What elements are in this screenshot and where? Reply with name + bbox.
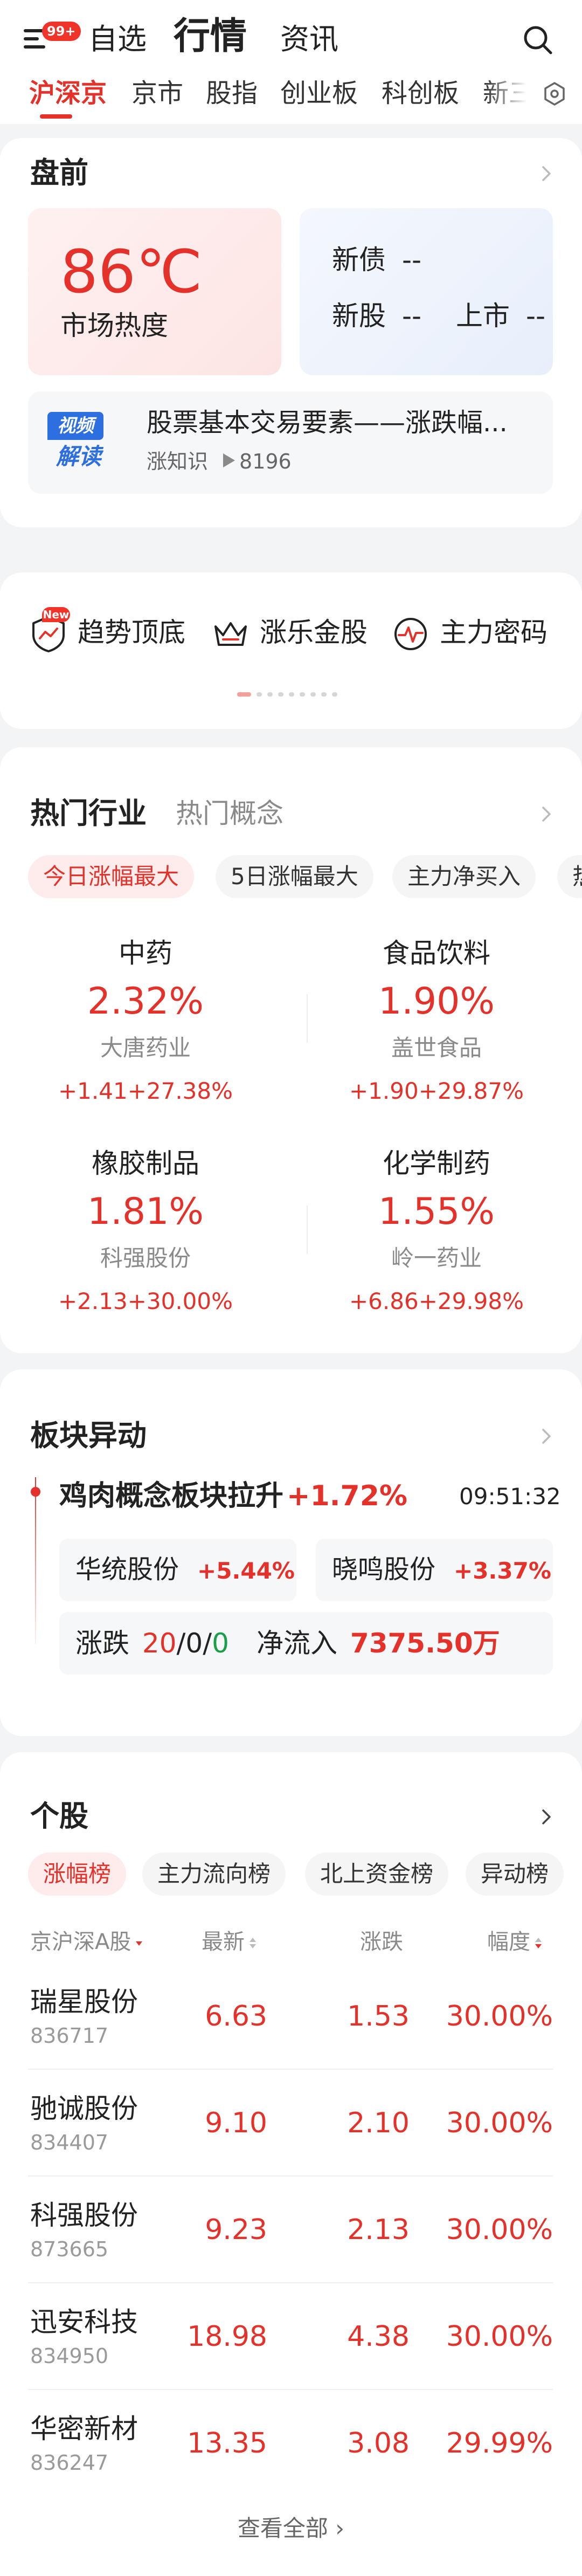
market-subtabs: 沪深京 京市 股指 创业板 科创板 新三 bbox=[0, 75, 582, 119]
sort-icon bbox=[250, 1938, 256, 1948]
listing-label: 上市 bbox=[456, 300, 510, 332]
net-inflow: 净流入 7375.50万 bbox=[257, 1628, 500, 1659]
sector-movement-card: 板块异动 鸡肉概念板块拉升 +1.72% 09:51:32 华统股份 +5.44%… bbox=[0, 1369, 582, 1736]
column-market[interactable]: 京沪深A股 bbox=[30, 1927, 143, 1957]
tab-settings-icon[interactable] bbox=[542, 81, 567, 107]
shortcut-golden-stock[interactable]: 涨乐金股 bbox=[210, 610, 368, 653]
chevron-right-icon[interactable] bbox=[536, 803, 557, 825]
chevron-right-icon[interactable] bbox=[536, 1806, 557, 1828]
filter-today-gain[interactable]: 今日涨幅最大 bbox=[28, 855, 195, 898]
tab-market[interactable]: 行情 bbox=[174, 15, 247, 58]
subtab-gem[interactable]: 创业板 bbox=[280, 75, 358, 111]
shortcut-main-force[interactable]: 主力密码 bbox=[390, 610, 557, 653]
timeline-dot bbox=[31, 1487, 40, 1497]
tab-hot-industry[interactable]: 热门行业 bbox=[30, 795, 147, 832]
chevron-right-icon[interactable] bbox=[536, 163, 557, 184]
notification-badge: 99+ bbox=[42, 22, 81, 41]
chevron-right-icon[interactable] bbox=[536, 1425, 557, 1447]
subtab-index[interactable]: 股指 bbox=[206, 75, 258, 111]
movement-stock-chip[interactable]: 华统股份 +5.44% bbox=[59, 1539, 296, 1601]
column-pct[interactable]: 幅度 bbox=[487, 1927, 542, 1957]
column-latest[interactable]: 最新 bbox=[202, 1927, 257, 1957]
premarket-card: 盘前 86℃ 市场热度 新债 -- 新股 -- 上市 -- 视频 解读 股票基本… bbox=[0, 138, 582, 527]
shortcuts-card: New 趋势顶底 涨乐金股 主力密码 bbox=[0, 573, 582, 729]
video-source: 涨知识 bbox=[147, 450, 209, 473]
table-row[interactable]: 瑞星股份 836717 6.63 1.53 30.00% bbox=[0, 1962, 582, 2070]
dropdown-icon bbox=[136, 1941, 143, 1946]
tab-news[interactable]: 资讯 bbox=[280, 20, 338, 58]
ipo-calendar-box[interactable]: 新债 -- 新股 -- 上市 -- bbox=[300, 208, 553, 375]
tab-top-gainers[interactable]: 涨幅榜 bbox=[28, 1852, 127, 1896]
market-heat-box[interactable]: 86℃ 市场热度 bbox=[28, 208, 281, 375]
table-row[interactable]: 华密新材 836247 13.35 3.08 29.99% bbox=[0, 2389, 582, 2496]
shortcut-trend[interactable]: New 趋势顶底 bbox=[28, 607, 185, 653]
stocks-title: 个股 bbox=[30, 1799, 88, 1833]
listing-value: -- bbox=[526, 300, 546, 332]
movement-stats: 涨跌 20/0/0 净流入 7375.50万 bbox=[59, 1612, 553, 1675]
new-stock-label: 新股 bbox=[332, 300, 386, 332]
stocks-card: 个股 涨幅榜 主力流向榜 北上资金榜 异动榜 京沪深A股 最新 涨跌 幅度 瑞星… bbox=[0, 1752, 582, 2576]
updown-count: 涨跌 20/0/0 bbox=[75, 1628, 229, 1659]
shortcut-label: 涨乐金股 bbox=[260, 617, 368, 648]
movement-headline[interactable]: 鸡肉概念板块拉升 +1.72% bbox=[59, 1477, 407, 1515]
tab-watchlist[interactable]: 自选 bbox=[88, 20, 147, 58]
movement-stock-chip[interactable]: 晓鸣股份 +3.37% bbox=[316, 1539, 553, 1601]
pulse-icon bbox=[394, 618, 427, 650]
shortcut-label: 趋势顶底 bbox=[78, 617, 185, 648]
subtab-active-indicator bbox=[40, 114, 72, 119]
view-all-link[interactable]: 查看全部 › bbox=[0, 2512, 582, 2545]
search-icon[interactable] bbox=[521, 23, 555, 57]
movement-time: 09:51:32 bbox=[459, 1483, 561, 1510]
new-tag: New bbox=[42, 607, 70, 622]
tab-northbound[interactable]: 北上资金榜 bbox=[305, 1852, 449, 1896]
filter-net-buy[interactable]: 主力净买入 bbox=[392, 855, 536, 898]
crown-icon bbox=[214, 622, 247, 646]
play-icon bbox=[223, 453, 235, 467]
new-bond-label: 新债 bbox=[332, 244, 386, 275]
market-heat-label: 市场热度 bbox=[60, 310, 168, 341]
sector-movement-title: 板块异动 bbox=[30, 1418, 147, 1452]
subtab-bj[interactable]: 京市 bbox=[131, 75, 183, 111]
subtab-shsz[interactable]: 沪深京 bbox=[29, 75, 107, 111]
table-row[interactable]: 驰诚股份 834407 9.10 2.10 30.00% bbox=[0, 2069, 582, 2176]
video-title: 股票基本交易要素——涨跌幅... bbox=[147, 408, 508, 438]
top-bar: 99+ 自选 行情 资讯 沪深京 京市 股指 创业板 科创板 新三 bbox=[0, 0, 582, 124]
video-badge-icon: 视频 解读 bbox=[47, 412, 108, 472]
video-play-count: 8196 bbox=[239, 450, 292, 473]
tab-hot-concept[interactable]: 热门概念 bbox=[176, 795, 283, 832]
sort-desc-icon bbox=[535, 1938, 542, 1948]
new-bond-value: -- bbox=[402, 244, 422, 275]
subtab-star[interactable]: 科创板 bbox=[382, 75, 459, 111]
table-row[interactable]: 科强股份 873665 9.23 2.13 30.00% bbox=[0, 2176, 582, 2283]
hot-sectors-card: 热门行业 热门概念 今日涨幅最大 5日涨幅最大 主力净买入 热 中药 2.32%… bbox=[0, 747, 582, 1353]
menu-button[interactable]: 99+ bbox=[24, 22, 81, 54]
filter-5day-gain[interactable]: 5日涨幅最大 bbox=[216, 855, 373, 898]
market-heat-value: 86℃ bbox=[60, 237, 203, 306]
table-row[interactable]: 迅安科技 834950 18.98 4.38 30.00% bbox=[0, 2283, 582, 2390]
video-meta: 涨知识 8196 bbox=[147, 447, 292, 476]
new-stock-value: -- bbox=[402, 300, 422, 332]
tab-abnormal[interactable]: 异动榜 bbox=[466, 1852, 564, 1896]
filter-more[interactable]: 热 bbox=[557, 855, 582, 898]
tab-main-flow[interactable]: 主力流向榜 bbox=[142, 1852, 286, 1896]
shortcut-label: 主力密码 bbox=[440, 617, 548, 648]
video-lesson-item[interactable]: 视频 解读 股票基本交易要素——涨跌幅... 涨知识 8196 bbox=[28, 391, 553, 494]
column-change[interactable]: 涨跌 bbox=[360, 1927, 403, 1957]
premarket-title: 盘前 bbox=[30, 156, 88, 190]
